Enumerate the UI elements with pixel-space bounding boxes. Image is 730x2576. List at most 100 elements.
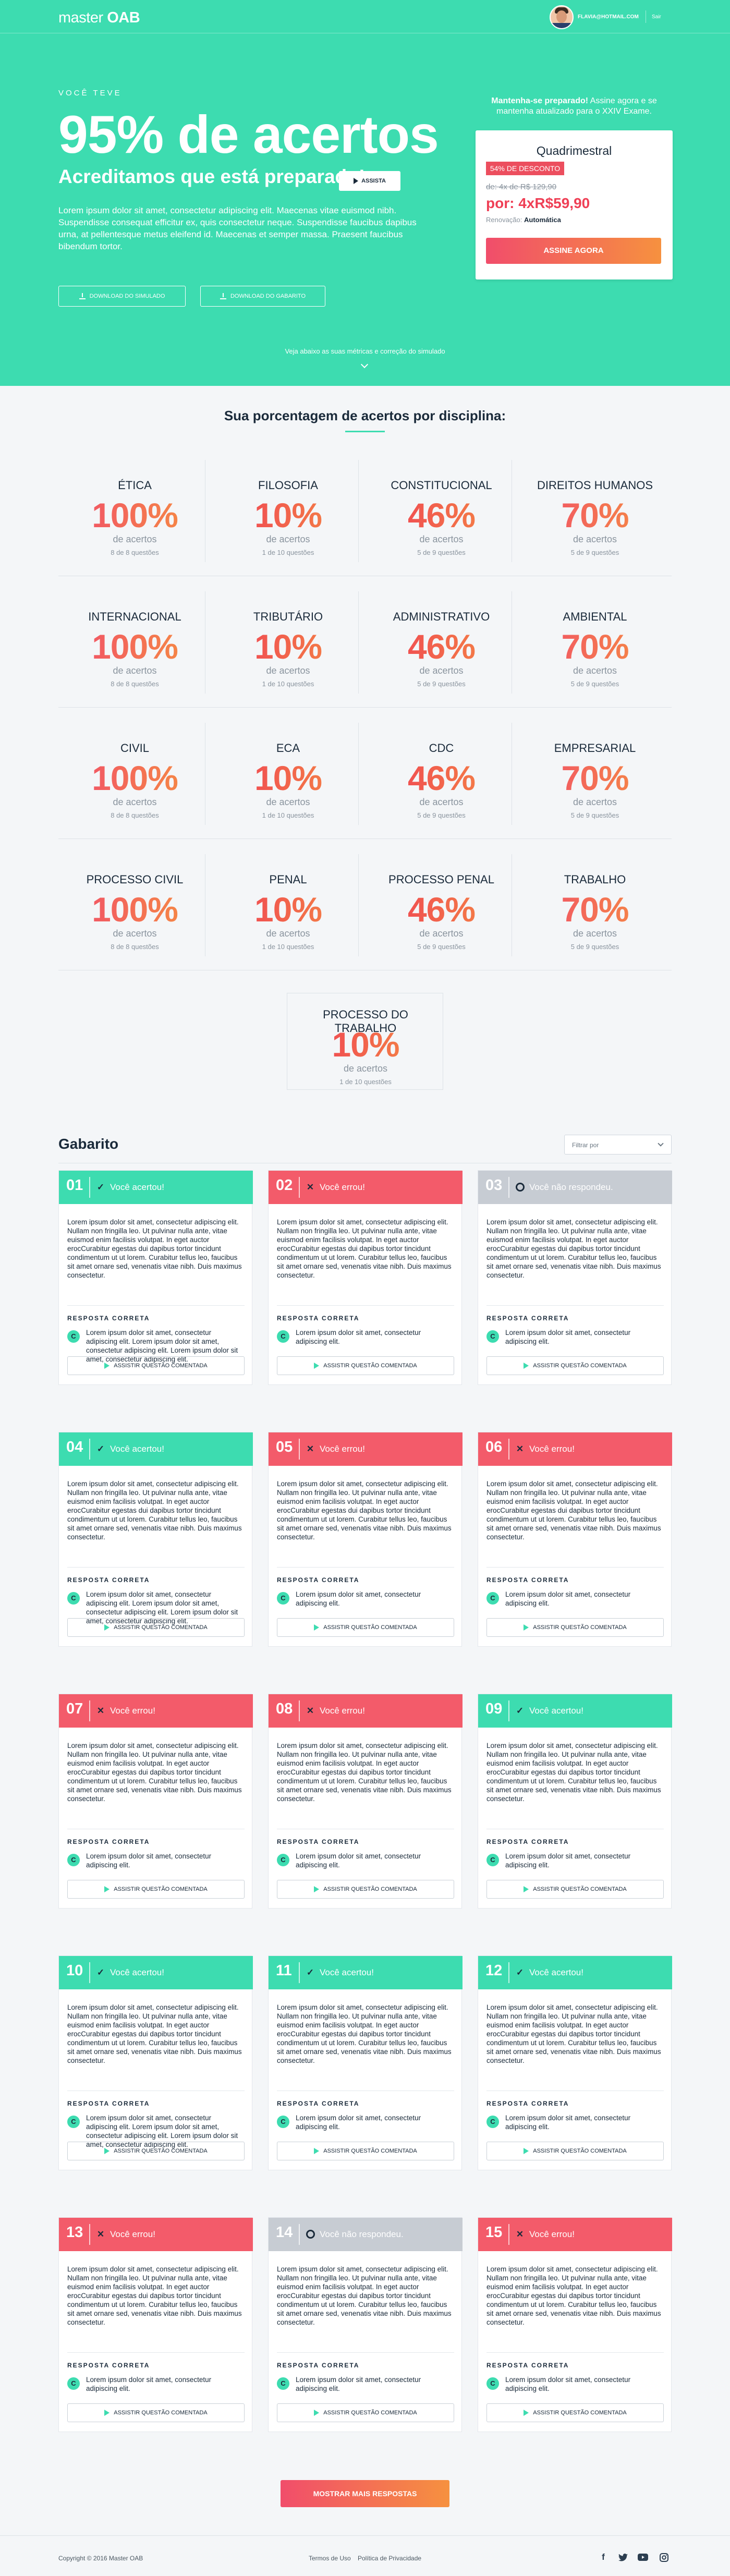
question-count: 8 de 8 questões [111,549,159,556]
assist-button[interactable]: ASSISTA [339,171,400,191]
correct-answer-label: RESPOSTA CORRETA [486,1576,569,1584]
assist-question-button[interactable]: ASSISTIR QUESTÃO COMENTADA [67,1880,245,1899]
play-icon [524,1363,529,1369]
accuracy-label: de acertos [113,534,157,544]
facebook-icon[interactable]: f [598,2551,609,2563]
question-status: Você acertou! [110,1967,164,1977]
subscribe-button[interactable]: ASSINE AGORA [486,238,661,264]
stat-card: EMPRESARIAL 70% de acertos 5 de 9 questões [525,723,665,825]
close-icon: ✕ [306,1706,314,1716]
terms-link[interactable]: Termos de Uso [309,2555,351,2562]
question-header: 11 ✓ Você acertou! [269,1956,463,1989]
answer-text: Lorem ipsum dolor sit amet, consectetur … [296,2114,421,2131]
stat-card: AMBIENTAL 70% de acertos 5 de 9 questões [525,591,665,694]
question-text: Lorem ipsum dolor sit amet, consectetur … [67,2265,242,2326]
discipline-name: AMBIENTAL [563,610,627,623]
play-icon [314,1363,320,1369]
question-header: 02 ✕ Você errou! [269,1171,463,1204]
user-email[interactable]: FLAVIA@HOTMAIL.COM [578,14,639,20]
question-card: 09 ✓ Você acertou! Lorem ipsum dolor sit am… [478,1694,672,1909]
assist-question-button[interactable]: ASSISTIR QUESTÃO COMENTADA [277,1618,454,1637]
play-icon [524,1624,529,1631]
answer-letter-badge: C [486,2377,499,2390]
assist-question-button[interactable]: ASSISTIR QUESTÃO COMENTADA [486,1880,664,1899]
question-count: 1 de 10 questões [262,549,314,556]
question-number: 14 [276,2224,293,2241]
divider [89,1962,90,1983]
assist-question-label: ASSISTIR QUESTÃO COMENTADA [533,1363,627,1369]
youtube-icon[interactable] [637,2551,649,2563]
avatar[interactable] [550,5,574,29]
accuracy-label: de acertos [266,928,310,939]
question-text: Lorem ipsum dolor sit amet, consectetur … [486,1218,661,1279]
answer-letter-badge: C [277,2377,289,2390]
footer: Copyright © 2016 Master OAB Termos de Us… [0,2535,730,2576]
show-more-button[interactable]: MOSTRAR MAIS RESPOSTAS [281,2480,449,2507]
play-icon [104,1624,110,1631]
logout-link[interactable]: Sair [652,14,661,20]
assist-question-button[interactable]: ASSISTIR QUESTÃO COMENTADA [67,1356,245,1375]
check-icon: ✓ [96,1444,105,1454]
discipline-percent: 10% [300,1025,431,1064]
question-text: Lorem ipsum dolor sit amet, consectetur … [277,2003,452,2064]
logo[interactable]: master OAB [58,9,140,27]
download-icon [79,293,86,299]
divider [89,2224,90,2245]
download-gabarito-button[interactable]: DOWNLOAD DO GABARITO [200,286,325,307]
divider [277,1567,454,1568]
question-header: 06 ✕ Você errou! [478,1432,672,1466]
question-count: 5 de 9 questões [417,811,466,819]
answer-text: Lorem ipsum dolor sit amet, consectetur … [86,2376,212,2392]
assist-question-button[interactable]: ASSISTIR QUESTÃO COMENTADA [486,1356,664,1375]
assist-question-button[interactable]: ASSISTIR QUESTÃO COMENTADA [486,2142,664,2160]
instagram-icon[interactable] [658,2551,670,2563]
correct-answer-label: RESPOSTA CORRETA [486,2362,569,2369]
twitter-icon[interactable] [617,2551,629,2563]
assist-question-button[interactable]: ASSISTIR QUESTÃO COMENTADA [277,1356,454,1375]
play-icon [104,1886,110,1892]
metrics-link[interactable]: Veja abaixo as suas métricas e correção … [0,347,730,355]
question-header: 04 ✓ Você acertou! [59,1432,253,1466]
question-number: 09 [485,1700,503,1717]
play-icon [314,1886,320,1892]
privacy-link[interactable]: Política de Privacidade [358,2555,421,2562]
assist-question-button[interactable]: ASSISTIR QUESTÃO COMENTADA [277,2142,454,2160]
divider [67,1567,245,1568]
assist-question-button[interactable]: ASSISTIR QUESTÃO COMENTADA [486,1618,664,1637]
assist-button-label: ASSISTA [361,178,386,184]
question-text: Lorem ipsum dolor sit amet, consectetur … [277,2265,452,2326]
divider [508,1700,509,1721]
question-number: 10 [66,1962,83,1979]
question-status: Você errou! [320,1444,365,1454]
assist-question-button[interactable]: ASSISTIR QUESTÃO COMENTADA [277,1880,454,1899]
question-card: 03 Você não respondeu. Lorem ipsum dolor s… [478,1170,672,1385]
assist-question-button[interactable]: ASSISTIR QUESTÃO COMENTADA [67,1618,245,1637]
assist-question-button[interactable]: ASSISTIR QUESTÃO COMENTADA [486,2403,664,2422]
assist-question-button[interactable]: ASSISTIR QUESTÃO COMENTADA [67,2403,245,2422]
download-icon [220,293,226,299]
divider [299,1962,300,1983]
correct-answer-label: RESPOSTA CORRETA [277,1315,360,1322]
question-card: 02 ✕ Você errou! Lorem ipsum dolor sit amet… [268,1170,463,1385]
discipline-percent: 100% [65,758,205,798]
question-number: 05 [276,1439,293,1455]
chevron-down-icon[interactable] [360,360,369,369]
download-simulado-label: DOWNLOAD DO SIMULADO [89,293,165,299]
question-status: Você errou! [529,1444,575,1454]
answer-letter-badge: C [277,1330,289,1343]
filter-select[interactable]: Filtrar por [564,1135,672,1155]
discipline-name: CDC [429,742,454,755]
question-number: 01 [66,1177,83,1194]
download-simulado-button[interactable]: DOWNLOAD DO SIMULADO [58,286,186,307]
assist-question-button[interactable]: ASSISTIR QUESTÃO COMENTADA [277,2403,454,2422]
correct-answer-label: RESPOSTA CORRETA [486,1315,569,1322]
question-text: Lorem ipsum dolor sit amet, consectetur … [486,1480,661,1541]
correct-answer-label: RESPOSTA CORRETA [67,2362,150,2369]
answer-letter-badge: C [67,1330,80,1343]
question-count: 8 de 8 questões [111,811,159,819]
question-text: Lorem ipsum dolor sit amet, consectetur … [67,1218,242,1279]
correct-answer-label: RESPOSTA CORRETA [277,2100,360,2107]
question-status: Você não respondeu. [320,2229,404,2239]
answer-text: Lorem ipsum dolor sit amet, consectetur … [296,2376,421,2392]
assist-question-button[interactable]: ASSISTIR QUESTÃO COMENTADA [67,2142,245,2160]
